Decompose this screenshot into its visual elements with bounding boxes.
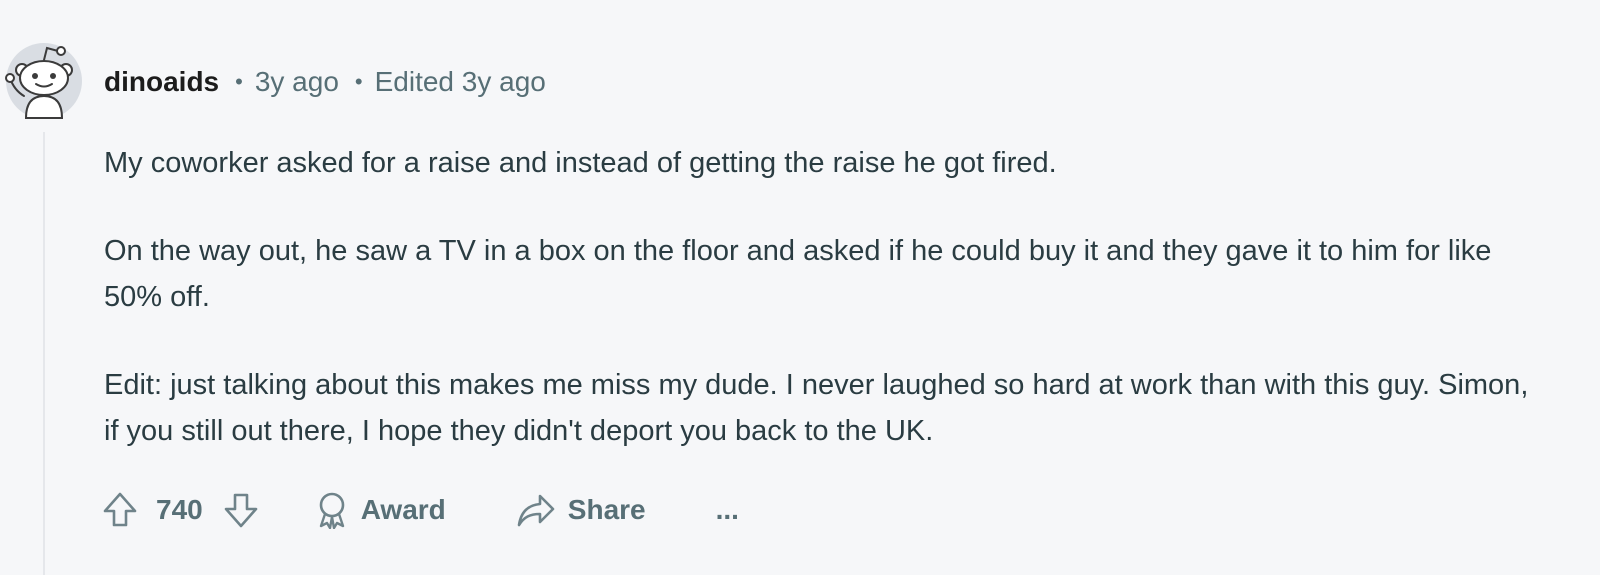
- award-button[interactable]: Award: [315, 491, 446, 529]
- share-label: Share: [567, 494, 646, 525]
- posted-time: 3y ago: [254, 66, 339, 97]
- award-ribbon-icon: [315, 491, 349, 529]
- comment-paragraph: My coworker asked for a raise and instea…: [104, 147, 1057, 179]
- snoo-avatar-icon: [5, 43, 82, 119]
- comment-actions: 740 Award Share ...: [102, 488, 739, 532]
- downvote-arrow-icon[interactable]: [223, 491, 259, 529]
- vote-score: 740: [156, 494, 203, 525]
- comment-meta: dinoaids • 3y ago • Edited 3y ago: [104, 62, 546, 102]
- comment-paragraph: Edit: just talking about this makes me m…: [104, 369, 1529, 447]
- comment-paragraph: On the way out, he saw a TV in a box on …: [104, 235, 1492, 313]
- comment-body: My coworker asked for a raise and instea…: [104, 140, 1544, 496]
- vote-controls: 740: [102, 491, 259, 529]
- share-button[interactable]: Share: [516, 492, 646, 528]
- more-options-label: ...: [715, 494, 739, 525]
- separator-dot: •: [354, 69, 363, 94]
- avatar[interactable]: [4, 38, 84, 120]
- separator-dot: •: [235, 69, 243, 94]
- edited-time: Edited 3y ago: [374, 66, 546, 97]
- comment: dinoaids • 3y ago • Edited 3y ago My cow…: [0, 0, 1600, 575]
- upvote-arrow-icon[interactable]: [102, 491, 138, 529]
- more-options-button[interactable]: ...: [716, 494, 739, 526]
- award-label: Award: [360, 494, 446, 525]
- author-name[interactable]: dinoaids: [104, 66, 219, 98]
- share-arrow-icon: [516, 492, 556, 528]
- thread-line[interactable]: [43, 132, 45, 575]
